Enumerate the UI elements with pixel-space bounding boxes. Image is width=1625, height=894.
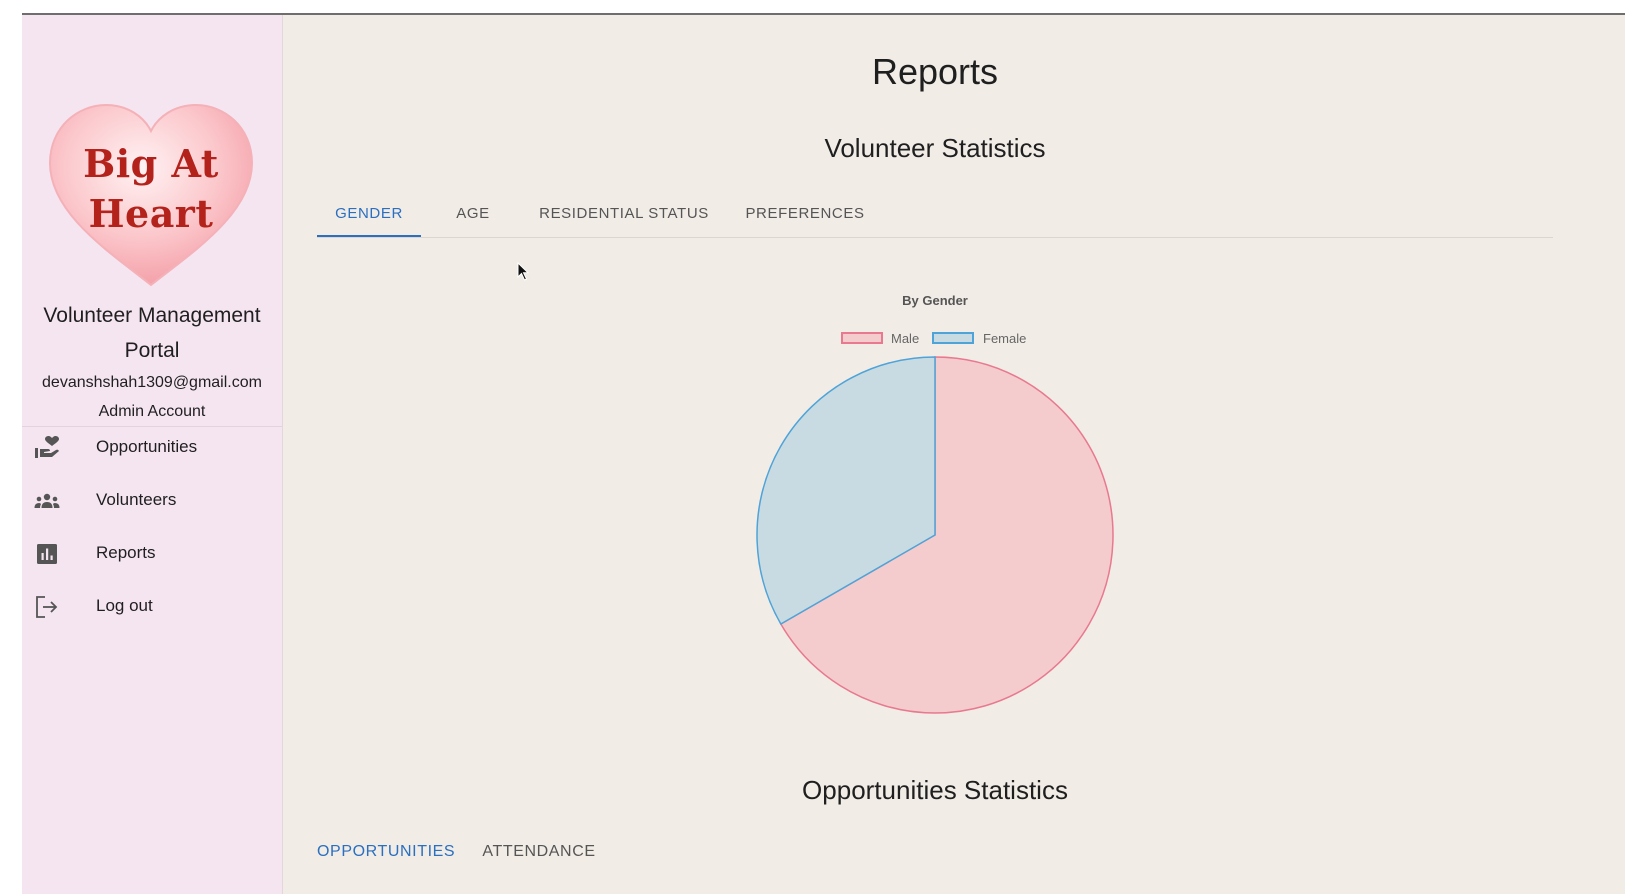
tab-preferences-label: PREFERENCES — [745, 205, 865, 222]
user-role: Admin Account — [98, 403, 206, 420]
tab-gender-label: GENDER — [335, 205, 403, 222]
tab-opportunities[interactable]: OPPORTUNITIES — [317, 830, 455, 876]
gender-pie-chart[interactable] — [753, 353, 1117, 717]
volunteer-activism-icon — [34, 436, 60, 460]
tab-gender[interactable]: GENDER — [317, 192, 421, 238]
nav-label-volunteers: Volunteers — [96, 490, 177, 509]
tab-attendance[interactable]: ATTENDANCE — [477, 830, 601, 876]
big-at-heart-logo: Big At Heart — [48, 101, 254, 291]
nav-item-logout[interactable]: Log out — [22, 584, 282, 630]
tab-opportunities-label: OPPORTUNITIES — [317, 843, 456, 860]
legend-label-female: Female — [983, 331, 1027, 346]
mouse-cursor-icon — [517, 262, 530, 281]
page-title: Reports — [871, 51, 999, 92]
chart-title: By Gender — [902, 293, 968, 308]
portal-title: Volunteer Management Portal — [43, 304, 261, 362]
bar-chart-icon — [34, 542, 60, 566]
main-content: Reports Volunteer Statistics GENDER AGE … — [283, 15, 1625, 894]
tab-preferences[interactable]: PREFERENCES — [731, 192, 879, 238]
logo-text-line1: Big At — [83, 141, 219, 186]
tab-residential-status[interactable]: RESIDENTIAL STATUS — [522, 192, 726, 238]
nav-label-reports: Reports — [96, 543, 156, 562]
tabs-divider — [317, 237, 1553, 238]
tab-age[interactable]: AGE — [438, 192, 508, 238]
nav-label-opportunities: Opportunities — [96, 437, 198, 456]
legend-label-male: Male — [891, 331, 920, 346]
legend-swatch-male — [841, 332, 883, 344]
legend-swatch-female — [932, 332, 974, 344]
tab-age-label: AGE — [456, 205, 490, 222]
tab-attendance-label: ATTENDANCE — [482, 843, 596, 860]
logout-icon — [34, 595, 60, 619]
nav-item-reports[interactable]: Reports — [22, 531, 282, 577]
nav-item-opportunities[interactable]: Opportunities — [22, 425, 282, 471]
nav-label-logout: Log out — [96, 596, 153, 615]
sidebar: Big At Heart Volunteer Management Portal… — [22, 15, 283, 894]
logo-text-line2: Heart — [88, 191, 214, 236]
volunteer-statistics-title: Volunteer Statistics — [824, 133, 1046, 163]
tab-residential-status-label: RESIDENTIAL STATUS — [539, 205, 709, 222]
opportunities-statistics-title: Opportunities Statistics — [802, 775, 1068, 805]
groups-icon — [34, 489, 60, 513]
user-email: devanshshah1309@gmail.com — [42, 374, 262, 391]
nav-item-volunteers[interactable]: Volunteers — [22, 478, 282, 524]
